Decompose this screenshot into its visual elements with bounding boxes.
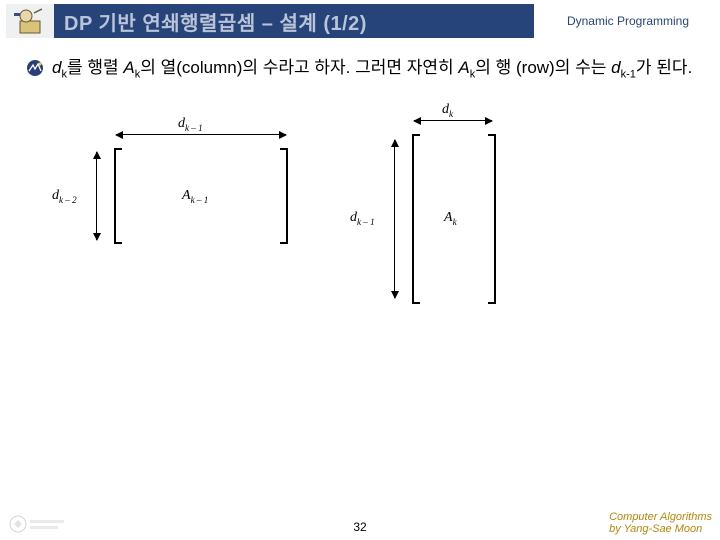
label-Ak-1: Ak – 1: [182, 188, 208, 205]
height-arrow-right: [394, 140, 395, 298]
footer-credit: Computer Algorithms by Yang-Sae Moon: [609, 511, 712, 536]
bullet-paragraph: dk를 행렬 Ak의 열(column)의 수라고 하자. 그러면 자연히 Ak…: [26, 56, 694, 82]
left-bracket-2: [412, 134, 420, 304]
right-bracket-2: [488, 134, 496, 304]
math-d2: d: [611, 58, 620, 77]
label-dk-top: dk: [442, 102, 453, 119]
bullet-icon: [26, 59, 44, 77]
height-arrow-left: [96, 152, 97, 240]
content-area: dk를 행렬 Ak의 열(column)의 수라고 하자. 그러면 자연히 Ak…: [26, 56, 694, 82]
math-A2: A: [458, 58, 469, 77]
label-Ak: Ak: [444, 210, 457, 227]
body-text: dk를 행렬 Ak의 열(column)의 수라고 하자. 그러면 자연히 Ak…: [52, 56, 692, 82]
mascot-icon: [12, 7, 48, 35]
text-frag: 의 열(column)의 수라고 하자. 그러면 자연히: [140, 58, 458, 77]
text-frag: 의 행 (row)의 수는: [475, 58, 611, 77]
footer-credit-line1: Computer Algorithms: [609, 511, 712, 524]
text-frag: 가 된다.: [636, 58, 692, 77]
right-bracket-1: [280, 148, 288, 244]
header-right-box: Dynamic Programming: [534, 4, 714, 38]
footer-credit-line2: by Yang-Sae Moon: [609, 523, 712, 536]
label-dk-1-side: dk – 1: [350, 210, 375, 227]
title-bar: DP 기반 연쇄행렬곱셈 – 설계 (1/2) Dynamic Programm…: [6, 4, 714, 38]
label-dk-2: dk – 2: [52, 188, 77, 205]
header-subtitle: Dynamic Programming: [567, 14, 689, 28]
text-frag: 를 행렬: [67, 58, 123, 77]
matrix-diagram: dk – 1 dk – 2 Ak – 1 dk dk – 1 Ak: [26, 112, 546, 312]
math-sub-km1: k-1: [621, 68, 636, 80]
width-arrow-right: [414, 120, 492, 121]
width-arrow-left: [116, 134, 286, 135]
math-A: A: [123, 58, 134, 77]
label-dk-1-top: dk – 1: [178, 116, 203, 133]
title-icon: [6, 4, 54, 38]
left-bracket-1: [114, 148, 122, 244]
